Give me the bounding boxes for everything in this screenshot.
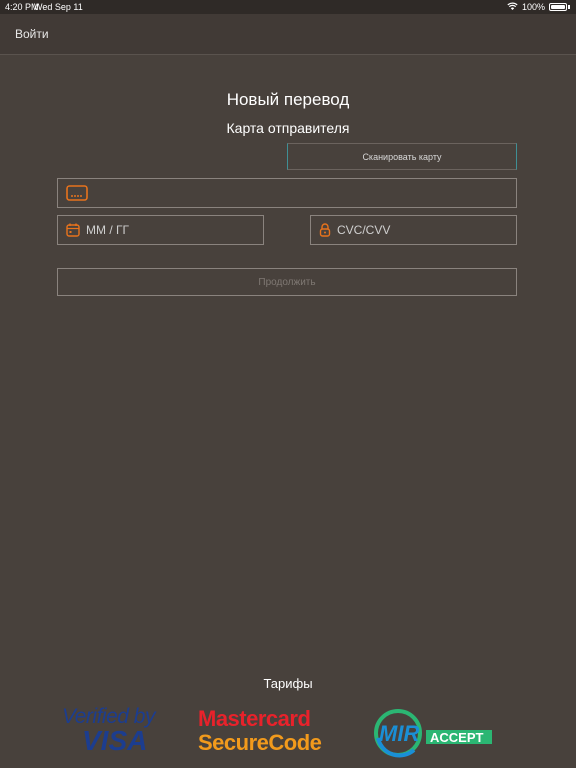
scan-card-label: Сканировать карту — [362, 151, 442, 162]
cvc-input[interactable] — [337, 223, 516, 237]
cvc-field — [310, 215, 517, 245]
status-right: 100% — [507, 2, 570, 12]
lock-icon — [319, 223, 331, 237]
mir-logo-text: MIR — [379, 721, 419, 746]
wifi-icon — [507, 2, 518, 12]
battery-icon — [549, 3, 567, 11]
payment-logos: Verified by VISA Mastercard SecureCode M… — [0, 700, 576, 768]
login-button[interactable]: Войти — [15, 27, 49, 41]
navigation-bar: Войти — [0, 14, 576, 55]
battery-percent: 100% — [521, 2, 545, 12]
visa-logo-line2: VISA — [82, 725, 148, 756]
status-date: Wed Sep 11 — [34, 2, 83, 12]
status-bar: 4:20 PM Wed Sep 11 100% — [0, 0, 576, 14]
page-title: Новый перевод — [226, 90, 350, 109]
tariffs-link[interactable]: Тарифы — [0, 676, 576, 691]
mir-accept-logo: MIR ACCEPT — [374, 708, 494, 763]
credit-card-icon — [66, 185, 88, 201]
sender-card-label: Карта отправителя — [226, 120, 350, 136]
mastercard-logo-line1: Mastercard — [198, 706, 311, 731]
calendar-icon — [66, 223, 80, 237]
scan-card-button[interactable]: Сканировать карту — [287, 143, 517, 170]
continue-button[interactable]: Продолжить — [57, 268, 517, 296]
mastercard-logo-line2: SecureCode — [198, 730, 322, 755]
expiry-input[interactable] — [86, 223, 263, 237]
mir-accept-text: ACCEPT — [430, 730, 484, 745]
mastercard-securecode-logo: Mastercard SecureCode — [198, 706, 322, 756]
battery-tip — [568, 5, 570, 9]
continue-label: Продолжить — [258, 276, 316, 288]
card-number-field — [57, 178, 517, 208]
card-number-input[interactable] — [94, 186, 516, 200]
verified-by-visa-logo: Verified by VISA — [62, 705, 155, 757]
expiry-field — [57, 215, 264, 245]
